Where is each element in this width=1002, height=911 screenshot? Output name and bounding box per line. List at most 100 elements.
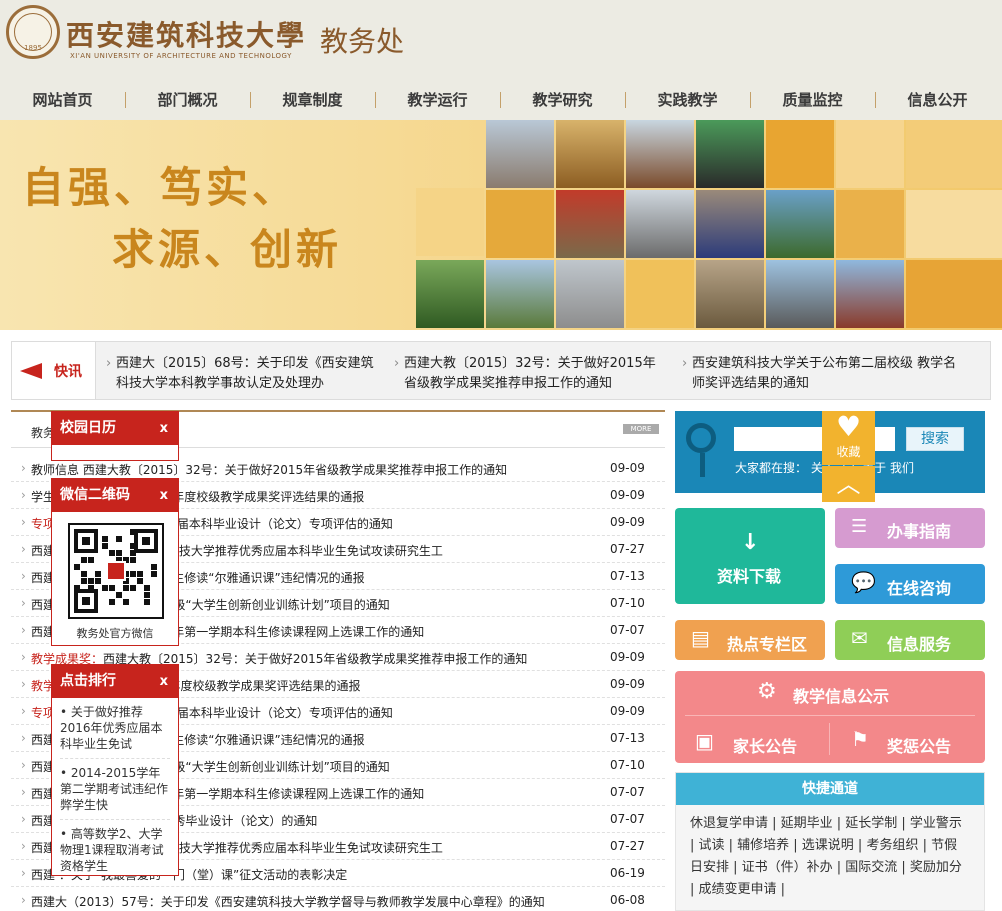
close-icon[interactable]: x [160, 412, 168, 445]
row-title[interactable]: 教师信息 西建大教〔2015〕32号：关于做好2015年省级教学成果奖推荐申报工… [31, 461, 601, 478]
nav-rules[interactable]: 规章制度 [250, 88, 375, 112]
reward-notice-button[interactable]: ⚑ 奖惩公告 [831, 719, 985, 763]
chevron-right-icon: › [21, 866, 26, 880]
campus-photo [556, 120, 624, 188]
campus-photo [626, 190, 694, 258]
more-button[interactable]: MORE [623, 424, 659, 434]
download-tile[interactable]: ↓ 资料下载 [675, 508, 825, 604]
chevron-right-icon: › [21, 758, 26, 772]
megaphone-icon [20, 363, 42, 379]
chevron-right-icon: › [21, 812, 26, 826]
id-card-icon: ▣ [695, 729, 714, 753]
row-date: 07-07 [610, 812, 645, 826]
row-date: 06-08 [610, 893, 645, 907]
qr-code [68, 523, 164, 619]
campus-photo [626, 120, 694, 188]
banner-tile [906, 190, 1002, 258]
banner-tile [486, 190, 554, 258]
chevron-right-icon: › [21, 677, 26, 691]
row-date: 07-13 [610, 569, 645, 583]
heart-icon: ♥ [835, 410, 862, 443]
chevron-right-icon: › [21, 704, 26, 718]
chevron-right-icon: › [21, 569, 26, 583]
banner-tile [836, 190, 904, 258]
chevron-right-icon: › [21, 488, 26, 502]
banner-tile [766, 120, 834, 188]
ranking-item[interactable]: • 2014-2015学年第二学期考试违纪作弊学生快 [60, 765, 170, 820]
slogan-line2: 求源、创新 [112, 225, 343, 274]
nav-practice[interactable]: 实践教学 [625, 88, 750, 112]
campus-photo [556, 190, 624, 258]
notepad-icon: ▤ [691, 626, 710, 650]
nav-quality[interactable]: 质量监控 [750, 88, 875, 112]
banner-tile [416, 188, 484, 256]
wechat-logo-icon [106, 561, 126, 581]
guide-tile[interactable]: ☰ 办事指南 [835, 508, 985, 548]
nav-disclosure[interactable]: 信息公开 [875, 88, 1000, 112]
scroll-up-button[interactable]: ︿ [822, 466, 875, 502]
campus-photo [556, 260, 624, 328]
gear-icon: ⚙ [757, 679, 777, 704]
campus-photo [696, 190, 764, 258]
banner-tile [836, 120, 904, 188]
info-service-tile[interactable]: ✉ 信息服务 [835, 620, 985, 660]
banner: 自强、笃实、 求源、创新 [0, 120, 1002, 330]
chevron-right-icon: › [21, 542, 26, 556]
nav-overview[interactable]: 部门概况 [125, 88, 250, 112]
ticker-item[interactable]: 西安建筑科技大学关于公布第二届校级 教学名师奖评选结果的通知 [682, 354, 962, 394]
banner-tile [626, 260, 694, 328]
news-ticker: 快讯 西建大〔2015〕68号：关于印发《西安建筑科技大学本科教学事故认定及处理… [11, 341, 991, 400]
row-date: 07-27 [610, 839, 645, 853]
ranking-item[interactable]: • 关于做好推荐2016年优秀应届本科毕业生免试 [60, 704, 170, 759]
campus-photo [486, 260, 554, 328]
calendar-popup-header: 校园日历 x [52, 412, 178, 445]
teaching-info-button[interactable]: ⚙ 教学信息公示 [675, 671, 985, 715]
university-name-en: XI'AN UNIVERSITY OF ARCHITECTURE AND TEC… [70, 52, 292, 60]
checklist-icon: ☰ [851, 516, 868, 537]
department-title: 教务处 [320, 25, 405, 58]
consult-tile[interactable]: 💬 在线咨询 [835, 564, 985, 604]
row-date: 07-07 [610, 785, 645, 799]
ticker-item[interactable]: 西建大〔2015〕68号：关于印发《西安建筑科技大学本科教学事故认定及处理办 [106, 354, 376, 394]
nav-teaching-research[interactable]: 教学研究 [500, 88, 625, 112]
search-icon [686, 423, 716, 453]
quick-access-title: 快捷通道 [676, 773, 984, 805]
close-icon[interactable]: x [160, 479, 168, 512]
flag-icon: ⚑ [851, 727, 869, 751]
campus-photo [766, 190, 834, 258]
row-date: 09-09 [610, 704, 645, 718]
calendar-popup: 校园日历 x [51, 411, 179, 461]
ticker-item[interactable]: 西建大教〔2015〕32号：关于做好2015年省级教学成果奖推荐申报工作的通知 [394, 354, 664, 394]
row-date: 07-07 [610, 623, 645, 637]
wechat-popup-header: 微信二维码 x [52, 479, 178, 512]
slogan-line1: 自强、笃实、 [22, 163, 299, 212]
ranking-popup: 点击排行 x • 关于做好推荐2016年优秀应届本科毕业生免试 • 2014-2… [51, 664, 179, 876]
row-title[interactable]: 西建大（2013）57号：关于印发《西安建筑科技大学教学督导与教师教学发展中心章… [31, 893, 601, 910]
ranking-popup-header: 点击排行 x [52, 665, 178, 698]
table-row[interactable]: › 西建大（2013）57号：关于印发《西安建筑科技大学教学督导与教师教学发展中心… [11, 887, 665, 911]
banner-tile [906, 260, 1002, 328]
nav-home[interactable]: 网站首页 [0, 88, 125, 112]
parent-notice-button[interactable]: ▣ 家长公告 [675, 719, 829, 763]
row-date: 07-13 [610, 731, 645, 745]
row-date: 09-09 [610, 488, 645, 502]
university-seal-logo: 1895 [6, 5, 60, 59]
quick-access-panel: 快捷通道 休退复学申请 | 延期毕业 | 延长学制 | 学业警示 | 试读 | … [675, 772, 985, 911]
campus-photo [836, 260, 904, 328]
row-date: 07-27 [610, 542, 645, 556]
row-date: 07-10 [610, 758, 645, 772]
campus-photo [696, 120, 764, 188]
close-icon[interactable]: x [160, 665, 168, 698]
search-button[interactable]: 搜索 [906, 427, 964, 451]
hot-topics-tile[interactable]: ▤ 热点专栏区 [675, 620, 825, 660]
row-date: 09-09 [610, 461, 645, 475]
mail-icon: ✉ [851, 626, 868, 650]
banner-tile [906, 120, 1002, 188]
chevron-right-icon: › [21, 731, 26, 745]
row-date: 09-09 [610, 650, 645, 664]
nav-teaching-operation[interactable]: 教学运行 [375, 88, 500, 112]
row-date: 09-09 [610, 515, 645, 529]
quick-links[interactable]: 休退复学申请 | 延期毕业 | 延长学制 | 学业警示 | 试读 | 辅修培养 … [676, 805, 984, 901]
favorite-button[interactable]: ♥ 收藏 [822, 411, 875, 465]
ranking-item[interactable]: • 高等数学2、大学物理1课程取消考试资格学生 [60, 826, 170, 880]
